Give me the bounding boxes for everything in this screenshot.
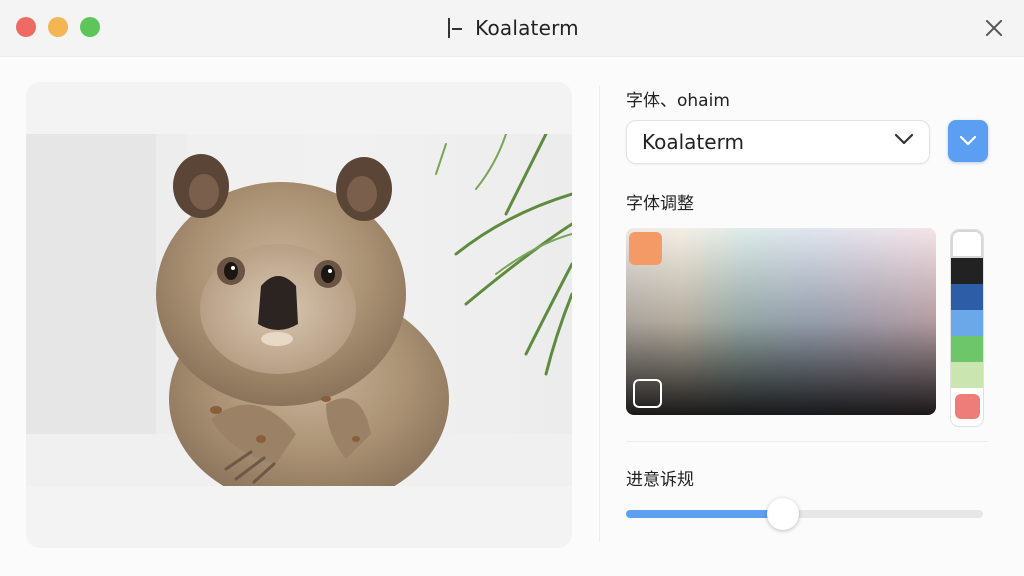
section-divider (626, 441, 988, 442)
palette-swatch-black[interactable] (951, 258, 983, 284)
preview-card (26, 82, 572, 548)
window-title: Koalaterm (475, 16, 579, 40)
chevron-down-icon (895, 133, 913, 145)
font-select-value: Koalaterm (642, 130, 744, 154)
color-palette (951, 230, 983, 426)
palette-swatch-white[interactable] (951, 230, 983, 258)
chevron-down-icon (959, 135, 977, 146)
color-field[interactable] (626, 228, 936, 415)
panel-divider (599, 86, 600, 542)
terminal-icon (445, 17, 465, 39)
progress-slider-track[interactable] (626, 498, 983, 530)
font-dropdown-button[interactable] (948, 120, 988, 162)
close-icon[interactable] (982, 16, 1006, 40)
progress-slider-fill (626, 510, 783, 518)
adjust-section-label: 字体调整 (626, 194, 694, 214)
progress-slider-thumb[interactable] (767, 498, 799, 530)
font-select[interactable]: Koalaterm (626, 120, 930, 164)
selected-color-swatch[interactable] (629, 232, 662, 265)
palette-swatch-light-green[interactable] (951, 362, 983, 388)
font-section-label: 字体、ohaim (626, 91, 730, 111)
palette-swatch-dark-blue[interactable] (951, 284, 983, 310)
palette-swatch-green[interactable] (951, 336, 983, 362)
palette-swatch-light-blue[interactable] (951, 310, 983, 336)
koala-photo (26, 134, 572, 486)
titlebar: Koalaterm (0, 0, 1024, 57)
palette-swatch-red[interactable] (955, 394, 980, 419)
app-window: Koalaterm 字体、ohaim Koalaterm 字体调整 进意诉规 (0, 0, 1024, 576)
progress-section-label: 进意诉规 (626, 470, 694, 490)
title-group: Koalaterm (0, 14, 1024, 42)
color-picker-handle[interactable] (633, 379, 662, 408)
